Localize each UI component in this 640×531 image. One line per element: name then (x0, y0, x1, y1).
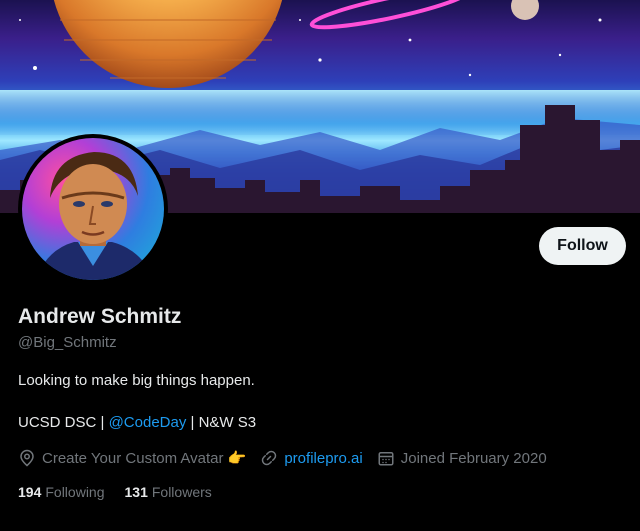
follow-stats: 194 Following 131 Followers (18, 484, 232, 500)
bio-line-1: Looking to make big things happen. (18, 372, 255, 389)
following-count: 194 (18, 484, 42, 500)
followers-link[interactable]: 131 Followers (125, 484, 212, 500)
user-handle: @Big_Schmitz (18, 334, 117, 351)
following-link[interactable]: 194 Following (18, 484, 105, 500)
website-item: profilepro.ai (260, 449, 363, 467)
avatar-portrait (36, 152, 154, 280)
following-label: Following (45, 484, 105, 500)
avatar[interactable] (18, 134, 168, 284)
profile-meta: Create Your Custom Avatar 👉 profilepro.a… (18, 449, 561, 467)
bio-text-prefix: UCSD DSC | (18, 414, 105, 431)
location-pin-icon (20, 449, 34, 467)
bio-line-2: UCSD DSC | @CodeDay | N&W S3 (18, 414, 256, 431)
followers-label: Followers (151, 484, 212, 500)
location-text: Create Your Custom Avatar 👉 (42, 450, 247, 467)
follow-button[interactable]: Follow (539, 227, 626, 265)
bio-text-suffix: | N&W S3 (190, 414, 257, 431)
link-icon (262, 450, 277, 466)
display-name: Andrew Schmitz (18, 305, 182, 328)
joined-date: Joined February 2020 (400, 449, 547, 467)
location-item: Create Your Custom Avatar 👉 (18, 449, 246, 467)
followers-count: 131 (124, 484, 148, 500)
website-link[interactable]: profilepro.ai (284, 450, 362, 467)
calendar-icon (378, 452, 394, 466)
avatar-image (22, 138, 164, 280)
mention-link-codeday[interactable]: @CodeDay (109, 414, 187, 431)
joined-item: Joined February 2020 (377, 449, 547, 467)
